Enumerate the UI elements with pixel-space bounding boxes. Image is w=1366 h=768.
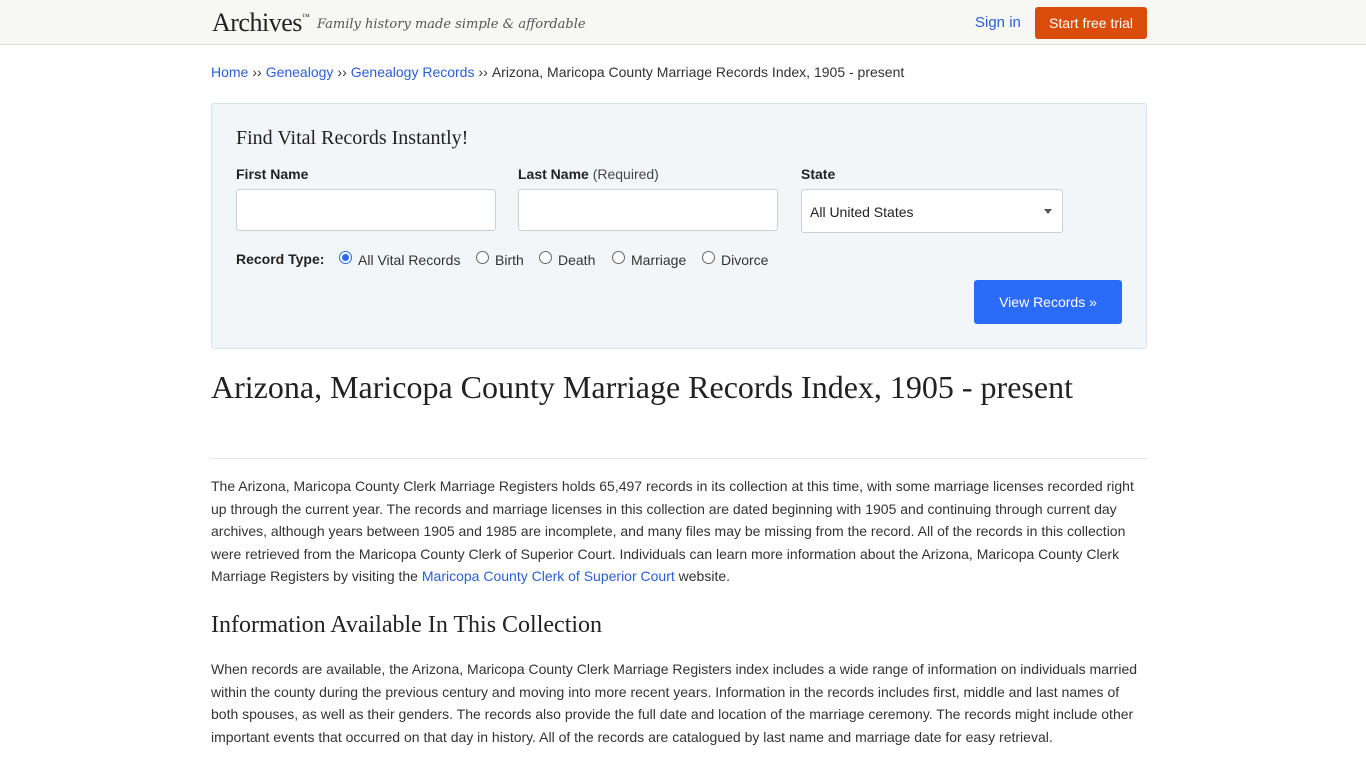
clerk-superior-court-link[interactable]: Maricopa County Clerk of Superior Court — [422, 568, 675, 584]
intro-paragraph: The Arizona, Maricopa County Clerk Marri… — [211, 475, 1146, 588]
radio-label: Marriage — [631, 252, 687, 268]
breadcrumb-separator: ›› — [252, 64, 262, 80]
record-type-label: Record Type: — [236, 251, 325, 267]
radio-label: Death — [558, 252, 596, 268]
radio-label: Divorce — [721, 252, 769, 268]
radio-unselected-icon[interactable] — [612, 251, 625, 264]
vital-records-search-panel: Find Vital Records Instantly! First Name… — [211, 103, 1147, 349]
breadcrumb-separator: ›› — [478, 64, 488, 80]
last-name-label-text: Last Name — [518, 166, 589, 182]
first-name-input[interactable] — [236, 189, 496, 231]
breadcrumb-genealogy[interactable]: Genealogy — [266, 64, 334, 80]
state-select-value: All United States — [810, 204, 914, 220]
state-label: State — [801, 166, 836, 182]
intro-tail: website. — [678, 568, 731, 584]
state-select[interactable]: All United States — [801, 189, 1063, 233]
radio-label: Birth — [495, 252, 524, 268]
site-header: Archives™ Family history made simple & a… — [0, 0, 1366, 45]
page-title: Arizona, Maricopa County Marriage Record… — [211, 369, 1073, 405]
section-paragraph: When records are available, the Arizona,… — [211, 661, 1138, 745]
breadcrumb-home[interactable]: Home — [211, 64, 248, 80]
radio-selected-icon[interactable] — [339, 251, 352, 264]
radio-label: All Vital Records — [358, 252, 461, 268]
radio-unselected-icon[interactable] — [702, 251, 715, 264]
required-hint: (Required) — [592, 166, 659, 182]
radio-unselected-icon[interactable] — [476, 251, 489, 264]
breadcrumb: Home ›› Genealogy ›› Genealogy Records ›› Ariz… — [211, 64, 904, 80]
site-tagline: Family history made simple & affordable — [317, 17, 586, 32]
breadcrumb-separator: ›› — [337, 64, 347, 80]
title-divider — [211, 458, 1147, 459]
trademark-mark: ™ — [301, 12, 310, 21]
breadcrumb-current: Arizona, Maricopa County Marriage Record… — [491, 64, 905, 80]
last-name-input[interactable] — [518, 189, 778, 231]
chevron-down-icon — [1044, 209, 1052, 214]
radio-unselected-icon[interactable] — [539, 251, 552, 264]
first-name-label: First Name — [236, 166, 308, 182]
breadcrumb-genealogy-records[interactable]: Genealogy Records — [351, 64, 475, 80]
logo-text: Archives — [212, 8, 302, 37]
section-heading: Information Available In This Collection — [211, 612, 603, 638]
last-name-label: Last Name (Required) — [518, 166, 659, 182]
site-logo[interactable]: Archives™ — [212, 8, 310, 38]
sign-in-link[interactable]: Sign in — [975, 14, 1021, 31]
search-panel-title: Find Vital Records Instantly! — [236, 127, 469, 149]
view-records-button[interactable]: View Records » — [974, 280, 1122, 324]
first-name-label-text: First Name — [236, 166, 309, 182]
start-free-trial-button[interactable]: Start free trial — [1035, 7, 1147, 39]
